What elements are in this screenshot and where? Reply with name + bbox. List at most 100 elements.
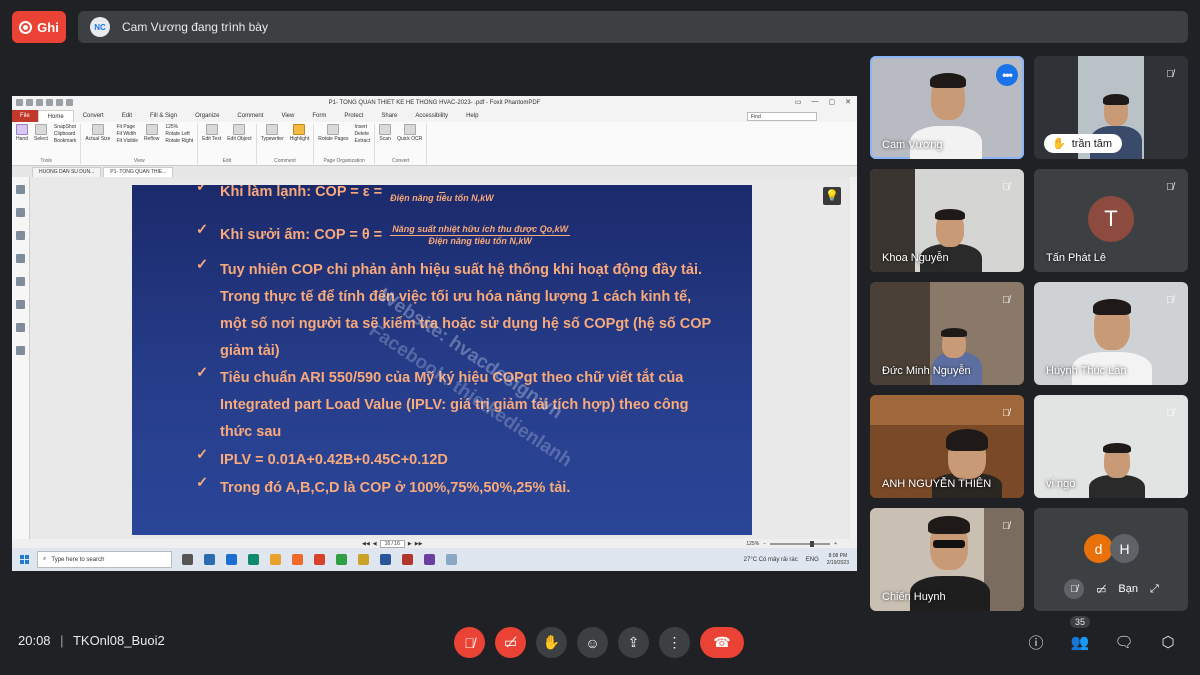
- taskbar-apps: [182, 554, 457, 565]
- taskbar-search: ⌕ Type here to search: [37, 551, 172, 568]
- participant-tile-anh-nguyen-thien[interactable]: 🎙̸ ANH NGUYỄN THIÊN: [870, 395, 1024, 498]
- edge-icon: [248, 554, 259, 565]
- more-options-icon[interactable]: •••: [996, 64, 1018, 86]
- participant-tile-duc-minh-nguyen[interactable]: 🎙̸ Đức Minh Nguyễn: [870, 282, 1024, 385]
- hand-tool-label: Hand: [16, 136, 28, 142]
- sunglasses: [933, 540, 965, 548]
- cooling-cop-denominator: Điện năng tiêu tốn N,kW: [390, 192, 494, 203]
- info-icon: ⓘ: [1028, 634, 1044, 652]
- edit-object-label: Edit Object: [227, 136, 252, 142]
- toggle-mic-button[interactable]: 🎙̸: [454, 627, 485, 658]
- pdf-menu-tabs: File Home Convert Edit Fill & Sign Organ…: [12, 110, 857, 122]
- heating-cop-denominator: Điện năng tiêu tốn N,kW: [428, 235, 532, 246]
- end-call-button[interactable]: ☎: [700, 627, 744, 658]
- tags-panel-icon: [16, 346, 25, 355]
- side-panel-controls: ⓘ 35 👥 🗨 ⬡: [1024, 616, 1180, 654]
- present-icon: ⇪: [627, 634, 640, 650]
- raise-hand-button[interactable]: ✋: [536, 627, 567, 658]
- explorer-icon: [270, 554, 281, 565]
- quick-access-toolbar: [16, 99, 73, 106]
- pages-panel-icon: [16, 208, 25, 217]
- snapshot-label: SnapShot: [53, 124, 76, 130]
- comments-panel-icon: [16, 254, 25, 263]
- participant-tile-vi-ngo[interactable]: 🎙̸ vi ngo: [1034, 395, 1188, 498]
- clock-date: 2/19/2023: [826, 559, 849, 566]
- presenting-banner: NC Cam Vương đang trình bày: [78, 11, 1188, 43]
- present-screen-button[interactable]: ⇪: [618, 627, 649, 658]
- ribbon-group-page-organization: Rotate Pages Insert Delete Extract Page …: [314, 124, 376, 164]
- tab-help: Help: [466, 113, 479, 119]
- actual-size-icon: [91, 124, 104, 135]
- shared-screen: P1- TONG QUAN THIET KE HE THONG HVAC-202…: [12, 96, 857, 571]
- tab-view: View: [281, 113, 295, 119]
- mic-off-icon: 🎙̸: [1002, 520, 1010, 532]
- self-label: Bạn: [1118, 583, 1138, 595]
- tab-file: File: [12, 110, 38, 122]
- check-bullet-icon: ✓: [196, 475, 209, 491]
- participant-name: ANH NGUYỄN THIÊN: [882, 478, 992, 490]
- convert-group-name: Convert: [391, 158, 410, 164]
- actual-size-label: Actual Size: [85, 136, 111, 142]
- insert-label: Insert: [354, 124, 368, 130]
- mic-off-icon: 🎙̸: [1002, 181, 1010, 193]
- mic-off-icon: 🎙̸: [1002, 407, 1010, 419]
- doc-tab-hvac: P1- TONG QUAN THIE...: [103, 167, 174, 177]
- participant-tile-khoa-nguyen[interactable]: 🎙̸ Khoa Nguyễn: [870, 169, 1024, 272]
- self-view-tile[interactable]: d H 🎙̸ ▭̸ Bạn ⤢: [1034, 508, 1188, 611]
- expand-icon[interactable]: ⤢: [1150, 583, 1159, 596]
- self-camera-off-icon[interactable]: ▭̸: [1096, 583, 1106, 596]
- participant-tile-chien-huynh[interactable]: 🎙̸ Chiến Huynh: [870, 508, 1024, 611]
- reactions-button[interactable]: ☺: [577, 627, 608, 658]
- first-page-icon: ◀◀: [362, 540, 370, 547]
- extract-label: Extract: [354, 138, 371, 144]
- check-bullet-icon: ✓: [196, 257, 209, 273]
- meeting-details-button[interactable]: ⓘ: [1024, 630, 1048, 654]
- rotate-pages-icon: [327, 124, 340, 135]
- windows-start-icon: [20, 555, 29, 564]
- check-bullet-icon: ✓: [196, 222, 209, 238]
- pdf-find-field: Find: [747, 111, 817, 121]
- pdf-side-toolbar: [12, 177, 30, 539]
- attachments-panel-icon: [16, 277, 25, 286]
- raised-hand-icon: ✋: [1052, 138, 1066, 150]
- word-icon: [380, 554, 391, 565]
- chat-button[interactable]: 🗨: [1112, 630, 1136, 654]
- zoom-slider: [770, 540, 831, 547]
- page-organization-group-name: Page Organization: [323, 158, 365, 164]
- participant-name: Chiến Huynh: [882, 591, 946, 603]
- select-tool-icon: [34, 124, 47, 135]
- chrome-icon: [336, 554, 347, 565]
- activities-icon: ⬡: [1161, 634, 1175, 651]
- rotate-pages-label: Rotate Pages: [318, 136, 349, 142]
- comment-group-name: Comment: [274, 158, 296, 164]
- participant-tile-tan-phat-le[interactable]: T 🎙̸ Tấn Phát Lê: [1034, 169, 1188, 272]
- toggle-camera-button[interactable]: ▭̸: [495, 627, 526, 658]
- fit-page-label: Fit Page: [116, 124, 136, 130]
- more-options-button[interactable]: ⋮: [659, 627, 690, 658]
- last-page-icon: ▶▶: [414, 540, 423, 547]
- mic-off-icon: 🎙̸: [1166, 294, 1174, 306]
- activities-button[interactable]: ⬡: [1156, 630, 1180, 654]
- participant-tile-tran-tam[interactable]: 🎙̸ ✋ trần tâm: [1034, 56, 1188, 159]
- meeting-code: TKOnl08_Buoi2: [72, 633, 165, 648]
- task-view-icon: [182, 554, 193, 565]
- language-indicator: ENG: [805, 556, 819, 563]
- pdf-titlebar: P1- TONG QUAN THIET KE HE THONG HVAC-202…: [12, 96, 857, 110]
- camera-off-icon: ▭̸: [503, 634, 518, 650]
- quick-ocr-label: Quick OCR: [397, 136, 423, 142]
- participant-tile-huynh-thuc-lan[interactable]: 🎙̸ Huỳnh Thúc Lân: [1034, 282, 1188, 385]
- scan-icon: [379, 124, 392, 135]
- people-button[interactable]: 35 👥: [1068, 616, 1092, 654]
- slide-page: ✓ Khi làm lạnh: COP = ε = Điện năng tiêu…: [132, 185, 752, 535]
- self-mic-off-icon[interactable]: 🎙̸: [1064, 579, 1084, 599]
- record-button[interactable]: Ghi: [12, 11, 66, 43]
- ribbon-group-view: Actual Size Fit Page Fit Width Fit Visib…: [81, 124, 199, 164]
- taskbar-search-placeholder: Type here to search: [51, 556, 105, 563]
- fit-width-label: Fit Width: [116, 131, 137, 137]
- participant-name: vi ngo: [1046, 478, 1076, 490]
- pdf-vertical-scrollbar: [850, 177, 857, 539]
- presenting-text: Cam Vương đang trình bày: [122, 20, 268, 34]
- reflow-icon: [145, 124, 158, 135]
- next-page-icon: ▶: [407, 540, 412, 547]
- participant-tile-cam-vuong[interactable]: ••• Cam Vương: [870, 56, 1024, 159]
